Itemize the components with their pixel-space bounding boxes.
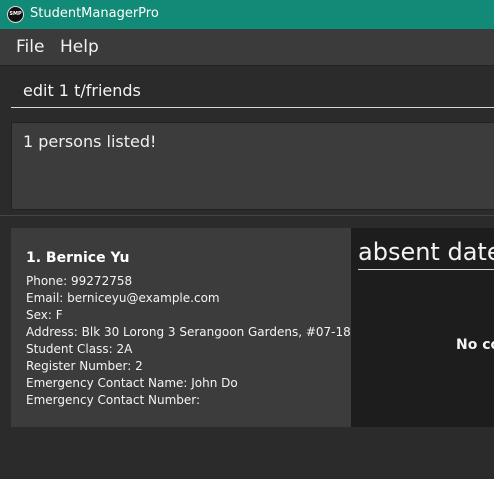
title-bar: SMP StudentManagerPro — [0, 0, 494, 29]
app-logo-icon: SMP — [7, 6, 24, 23]
person-name: 1. Bernice Yu — [26, 250, 130, 266]
person-emergency-contact-name: Emergency Contact Name: John Do — [26, 376, 238, 390]
person-email: Email: berniceyu@example.com — [26, 291, 220, 305]
result-display: 1 persons listed! — [11, 122, 494, 210]
window-title: StudentManagerPro — [30, 6, 159, 21]
absent-date-title: absent date — [358, 238, 494, 266]
command-input[interactable] — [11, 74, 494, 108]
divider — [0, 215, 494, 216]
absent-date-placeholder: No co — [456, 337, 494, 353]
menu-bar: File Help — [0, 29, 494, 66]
person-address: Address: Blk 30 Lorong 3 Serangoon Garde… — [26, 325, 351, 339]
absent-date-header: absent date — [358, 236, 494, 270]
menu-file[interactable]: File — [16, 37, 44, 57]
person-register-number: Register Number: 2 — [26, 359, 143, 373]
command-box — [0, 66, 494, 114]
person-emergency-contact-number: Emergency Contact Number: — [26, 393, 201, 407]
person-sex: Sex: F — [26, 308, 63, 322]
person-phone: Phone: 99272758 — [26, 274, 133, 288]
person-card[interactable]: 1. Bernice Yu Phone: 99272758 Email: ber… — [11, 228, 351, 427]
person-student-class: Student Class: 2A — [26, 342, 133, 356]
menu-help[interactable]: Help — [60, 37, 99, 57]
absent-date-panel: absent date No co — [351, 228, 494, 427]
result-message: 1 persons listed! — [23, 132, 157, 151]
